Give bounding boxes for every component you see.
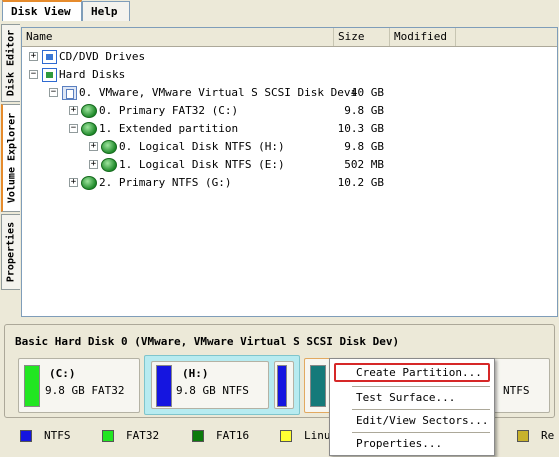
context-menu: Create Partition... Test Surface... Edit… <box>329 358 495 456</box>
legend-swatch-linux <box>280 430 292 442</box>
tree-row-size: 9.8 GB <box>344 140 384 153</box>
top-tab-bar: Disk View Help <box>0 0 559 22</box>
tab-properties-label: Properties <box>5 221 17 283</box>
expand-icon[interactable]: + <box>29 52 38 61</box>
legend-swatch-ntfs <box>20 430 32 442</box>
expand-icon[interactable]: + <box>89 160 98 169</box>
column-name[interactable]: Name <box>22 28 334 46</box>
menu-item-create-partition[interactable]: Create Partition... <box>334 363 490 382</box>
partition-block-e[interactable] <box>274 361 294 409</box>
tree-row-size: 10.2 GB <box>337 176 384 189</box>
legend-label-fat32: FAT32 <box>126 429 160 442</box>
disk-map-title: Basic Hard Disk 0 (VMware, VMware Virtua… <box>15 335 400 348</box>
tab-volume-explorer[interactable]: Volume Explorer <box>1 104 20 212</box>
legend-label-fat16: FAT16 <box>216 429 250 442</box>
column-size[interactable]: Size <box>334 28 390 46</box>
partition-info: 9.8 GB FAT32 <box>45 384 125 397</box>
partition-block-h[interactable]: (H:) 9.8 GB NTFS <box>151 361 269 409</box>
tab-properties[interactable]: Properties <box>1 214 20 290</box>
volume-icon <box>101 158 117 172</box>
volume-icon <box>81 104 97 118</box>
expand-icon[interactable]: + <box>69 178 78 187</box>
menu-separator <box>352 409 490 410</box>
menu-item-test-surface[interactable]: Test Surface... <box>334 388 490 407</box>
tree-row-disk-0[interactable]: − 0. VMware, VMware Virtual S SCSI Disk … <box>22 84 557 102</box>
legend-swatch-fat32 <box>102 430 114 442</box>
partition-letter: (C:) <box>49 367 76 380</box>
cd-drive-icon <box>42 50 57 64</box>
collapse-icon[interactable]: − <box>49 88 58 97</box>
partition-color-bar <box>24 365 40 407</box>
tree-row-partition-c[interactable]: + 0. Primary FAT32 (C:) 9.8 GB <box>22 102 557 120</box>
column-empty <box>456 28 557 46</box>
tree-row-cd-dvd[interactable]: + CD/DVD Drives <box>22 48 557 66</box>
partition-color-bar <box>156 365 172 407</box>
legend-label-linux: Linu <box>304 429 331 442</box>
partition-info: 9.8 GB NTFS <box>176 384 249 397</box>
legend-swatch-fat16 <box>192 430 204 442</box>
tree-row-partition-g[interactable]: + 2. Primary NTFS (G:) 10.2 GB <box>22 174 557 192</box>
tree-row-size: 502 MB <box>344 158 384 171</box>
hard-disks-icon <box>42 68 57 82</box>
tree-row-size: 10.3 GB <box>337 122 384 135</box>
tree-row-label: 0. Logical Disk NTFS (H:) <box>119 140 285 153</box>
tab-disk-editor-label: Disk Editor <box>5 29 17 97</box>
tree-row-label: 0. Primary FAT32 (C:) <box>99 104 239 117</box>
tree-row-label: Hard Disks <box>59 68 126 81</box>
tree-row-size: 40 GB <box>350 86 384 99</box>
tab-disk-view[interactable]: Disk View <box>2 0 82 21</box>
volume-icon <box>81 176 97 190</box>
expand-icon[interactable]: + <box>89 142 98 151</box>
menu-item-edit-view-sectors[interactable]: Edit/View Sectors... <box>334 411 490 430</box>
volume-icon <box>101 140 117 154</box>
partition-block-c[interactable]: (C:) 9.8 GB FAT32 <box>18 358 140 413</box>
tree-row-partition-e[interactable]: + 1. Logical Disk NTFS (E:) 502 MB <box>22 156 557 174</box>
column-header: Name Size Modified <box>22 28 557 47</box>
expand-icon[interactable]: + <box>69 106 78 115</box>
collapse-icon[interactable]: − <box>29 70 38 79</box>
partition-info: NTFS <box>503 384 530 397</box>
tree-row-label: 0. VMware, VMware Virtual S SCSI Disk De… <box>79 86 358 99</box>
tree-row-size: 9.8 GB <box>344 104 384 117</box>
tree-row-extended[interactable]: − 1. Extended partition 10.3 GB <box>22 120 557 138</box>
legend-label-ntfs: NTFS <box>44 429 71 442</box>
extended-partition-block[interactable]: (H:) 9.8 GB NTFS <box>144 355 300 415</box>
legend-swatch-reserved <box>517 430 529 442</box>
partition-color-bar <box>310 365 326 407</box>
column-modified[interactable]: Modified <box>390 28 456 46</box>
volume-icon <box>81 122 97 136</box>
collapse-icon[interactable]: − <box>69 124 78 133</box>
menu-item-properties[interactable]: Properties... <box>334 434 490 453</box>
partition-letter: (H:) <box>182 367 209 380</box>
tab-disk-editor[interactable]: Disk Editor <box>1 24 20 102</box>
tab-volume-explorer-label: Volume Explorer <box>6 112 17 204</box>
partition-color-bar <box>277 365 287 407</box>
volume-tree[interactable]: Name Size Modified + CD/DVD Drives − Har… <box>21 27 558 317</box>
menu-separator <box>352 386 490 387</box>
tree-row-label: 2. Primary NTFS (G:) <box>99 176 232 189</box>
tree-row-label: 1. Logical Disk NTFS (E:) <box>119 158 285 171</box>
tree-row-label: CD/DVD Drives <box>59 50 146 63</box>
tab-help[interactable]: Help <box>82 1 130 21</box>
tree-row-partition-h[interactable]: + 0. Logical Disk NTFS (H:) 9.8 GB <box>22 138 557 156</box>
menu-separator <box>352 432 490 433</box>
disk-icon <box>62 86 77 100</box>
legend-label-reserved: Re <box>541 429 555 442</box>
tree-row-hard-disks[interactable]: − Hard Disks <box>22 66 557 84</box>
tree-row-label: 1. Extended partition <box>99 122 239 135</box>
